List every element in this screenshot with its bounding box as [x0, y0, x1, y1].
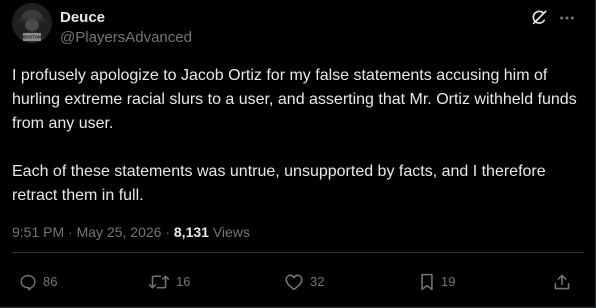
- post-container: BOSTON Deuce @PlayersAdvanced I profusel…: [0, 0, 596, 308]
- like-button[interactable]: 32: [284, 271, 324, 293]
- bookmark-count: 19: [441, 274, 456, 289]
- divider: [12, 252, 584, 253]
- display-name[interactable]: Deuce: [60, 8, 105, 28]
- grok-icon[interactable]: [529, 8, 549, 28]
- repost-count: 16: [176, 274, 191, 289]
- views-count[interactable]: 8,131: [174, 224, 209, 240]
- share-button[interactable]: [553, 271, 571, 293]
- repost-icon: [148, 275, 170, 289]
- post-time[interactable]: 9:51 PM: [12, 224, 64, 240]
- avatar-jersey-text: BOSTON: [23, 35, 41, 40]
- post-paragraph-1: I profusely apologize to Jacob Ortiz for…: [12, 67, 577, 132]
- post-date[interactable]: May 25, 2026: [77, 224, 162, 240]
- bookmark-button[interactable]: 19: [419, 271, 455, 293]
- post-paragraph-2: Each of these statements was untrue, uns…: [12, 163, 546, 204]
- heart-icon: [285, 274, 303, 291]
- reply-icon: [20, 274, 36, 291]
- share-icon: [554, 274, 570, 290]
- bookmark-icon: [421, 273, 433, 291]
- like-count: 32: [310, 274, 325, 289]
- avatar-image: BOSTON: [12, 3, 52, 43]
- post-body: I profusely apologize to Jacob Ortiz for…: [12, 64, 586, 208]
- avatar[interactable]: BOSTON: [12, 3, 52, 43]
- repost-button[interactable]: 16: [148, 271, 190, 293]
- meta-separator: ·: [165, 224, 170, 240]
- reply-button[interactable]: 86: [19, 271, 57, 293]
- handle[interactable]: @PlayersAdvanced: [60, 28, 192, 48]
- more-icon[interactable]: [557, 8, 577, 28]
- views-label[interactable]: Views: [213, 224, 250, 240]
- post-meta: 9:51 PM · May 25, 2026 · 8,131 Views: [12, 222, 250, 242]
- meta-separator: ·: [68, 224, 73, 240]
- reply-count: 86: [43, 274, 58, 289]
